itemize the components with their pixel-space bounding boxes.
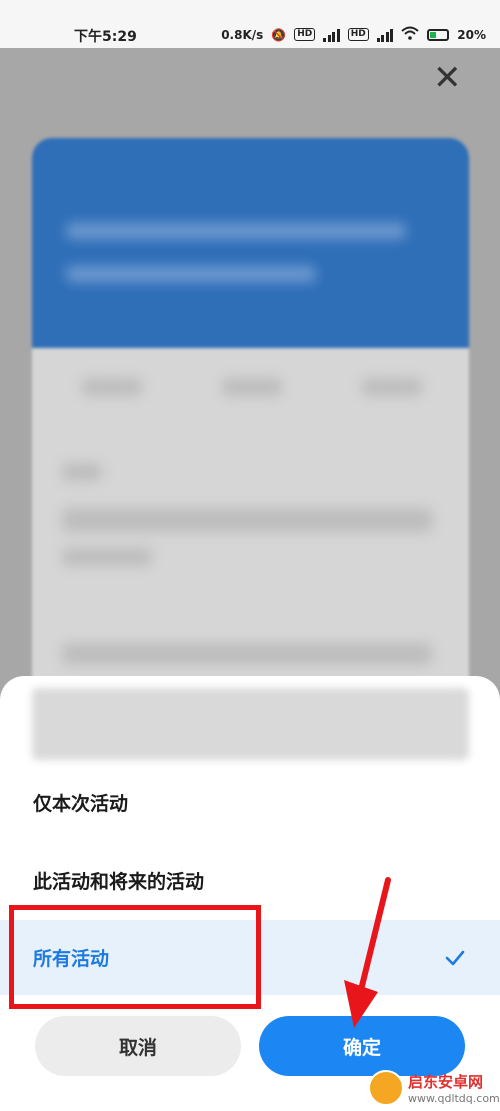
blurred-block	[62, 463, 102, 481]
blurred-block	[62, 643, 432, 665]
hd-badge: HD	[294, 28, 316, 41]
battery-percent: 20%	[457, 27, 486, 42]
watermark: 启东安卓网 www.qdltdq.com	[368, 1070, 500, 1106]
signal-icon-2	[376, 28, 394, 42]
watermark-url: www.qdltdq.com	[408, 1092, 500, 1105]
status-bar: 下午5:29 0.8K/s 🔕 HD HD 20%	[0, 0, 500, 48]
close-icon[interactable]: ✕	[433, 61, 462, 95]
blurred-block	[222, 378, 282, 396]
mute-icon: 🔕	[271, 27, 287, 42]
annotation-arrow	[344, 877, 391, 1028]
blurred-block	[62, 548, 152, 566]
signal-icon	[323, 28, 340, 42]
wifi-icon	[401, 26, 419, 43]
card-banner	[32, 138, 469, 348]
blurred-text	[66, 266, 316, 282]
status-time: 下午5:29	[74, 29, 137, 45]
status-icons: 0.8K/s 🔕 HD HD 20%	[221, 26, 486, 43]
cancel-button[interactable]: 取消	[35, 1016, 241, 1076]
blurred-block	[362, 378, 422, 396]
option-label: 仅本次活动	[33, 793, 129, 815]
check-icon	[445, 950, 465, 966]
blurred-text	[66, 223, 406, 239]
watermark-name: 启东安卓网	[408, 1073, 484, 1091]
blurred-block	[62, 508, 432, 532]
battery-icon	[427, 28, 450, 41]
blurred-block	[82, 378, 142, 396]
option-this-event-only[interactable]: 仅本次活动	[0, 765, 500, 840]
watermark-logo	[368, 1070, 404, 1106]
annotation-highlight-box	[9, 905, 261, 1009]
option-label: 此活动和将来的活动	[33, 871, 205, 893]
blurred-row	[32, 688, 469, 760]
net-speed: 0.8K/s	[221, 27, 264, 42]
hd-badge-2: HD	[347, 28, 369, 41]
